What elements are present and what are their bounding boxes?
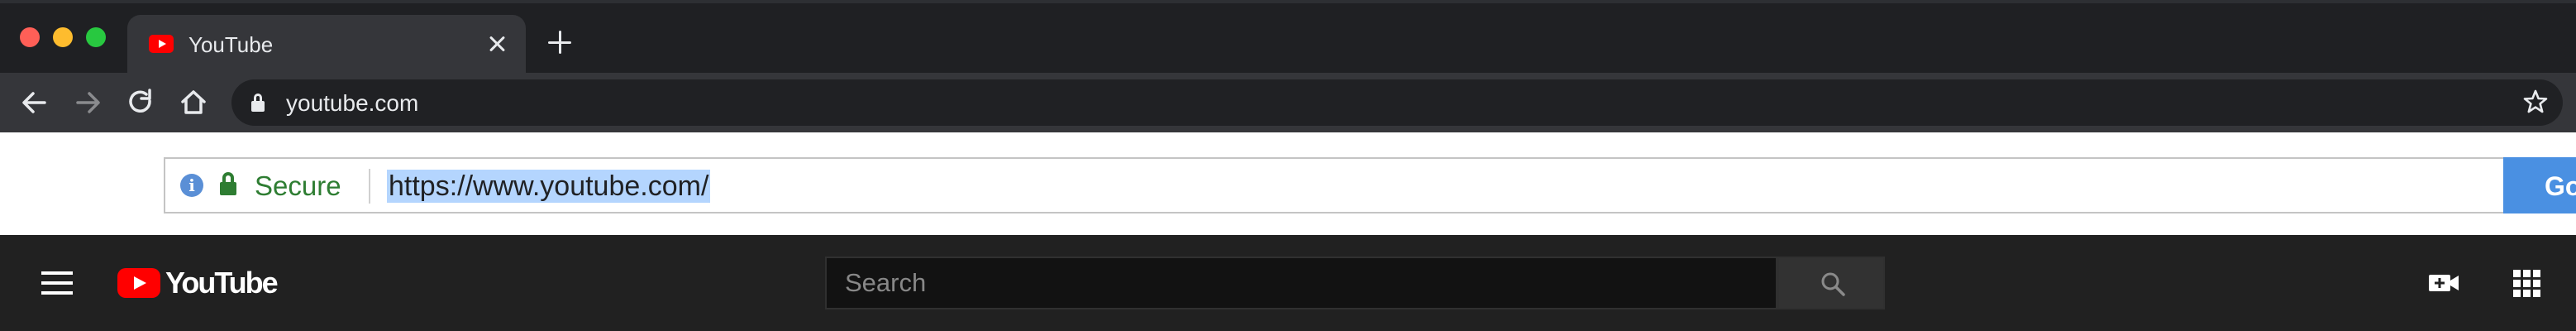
apps-grid-icon[interactable] <box>2510 266 2543 300</box>
tab-title: YouTube <box>188 32 274 57</box>
info-icon[interactable] <box>180 174 203 197</box>
forward-arrow-icon <box>76 92 100 113</box>
address-bar-url[interactable]: youtube.com <box>286 90 418 117</box>
star-icon[interactable] <box>2521 88 2550 116</box>
search-input[interactable] <box>827 258 1777 308</box>
lock-icon[interactable] <box>251 94 265 112</box>
back-arrow-icon <box>22 92 46 113</box>
new-tab-button[interactable] <box>546 28 574 56</box>
page-url-bar-area: Secure https://www.youtube.com/ Go <box>0 132 2576 235</box>
address-bar[interactable]: youtube.com <box>231 79 2563 126</box>
divider <box>369 169 370 204</box>
browser-tab-strip: YouTube <box>0 0 2576 73</box>
search-box <box>825 257 1777 309</box>
search-icon <box>1821 272 1845 296</box>
video-camera-icon[interactable] <box>2427 266 2460 300</box>
youtube-favicon-icon <box>149 35 174 53</box>
page-url-field[interactable]: Secure https://www.youtube.com/ <box>164 157 2503 213</box>
go-button-label: Go <box>2545 171 2576 201</box>
close-icon[interactable] <box>483 30 511 58</box>
youtube-logo-text: YouTube <box>165 266 279 300</box>
window-zoom-button[interactable] <box>86 27 106 47</box>
window-minimize-button[interactable] <box>53 27 73 47</box>
home-button[interactable] <box>175 84 212 121</box>
browser-toolbar: youtube.com <box>0 73 2576 132</box>
go-button[interactable]: Go <box>2503 157 2576 213</box>
menu-icon[interactable] <box>40 266 74 300</box>
youtube-play-icon <box>117 268 160 298</box>
search-button[interactable] <box>1777 257 1885 309</box>
lock-icon <box>220 172 236 195</box>
security-label: Secure <box>255 170 341 201</box>
tab-strip-edge <box>0 0 2576 3</box>
url-text-selected[interactable]: https://www.youtube.com/ <box>387 170 711 203</box>
reload-button[interactable] <box>122 84 159 121</box>
home-icon <box>181 90 206 114</box>
back-button[interactable] <box>17 84 53 121</box>
reload-icon <box>129 89 151 113</box>
window-close-button[interactable] <box>20 27 40 47</box>
forward-button[interactable] <box>69 84 106 121</box>
youtube-logo[interactable]: YouTube <box>117 266 279 300</box>
tab-youtube[interactable]: YouTube <box>127 15 526 73</box>
youtube-masthead: YouTube <box>0 235 2576 331</box>
